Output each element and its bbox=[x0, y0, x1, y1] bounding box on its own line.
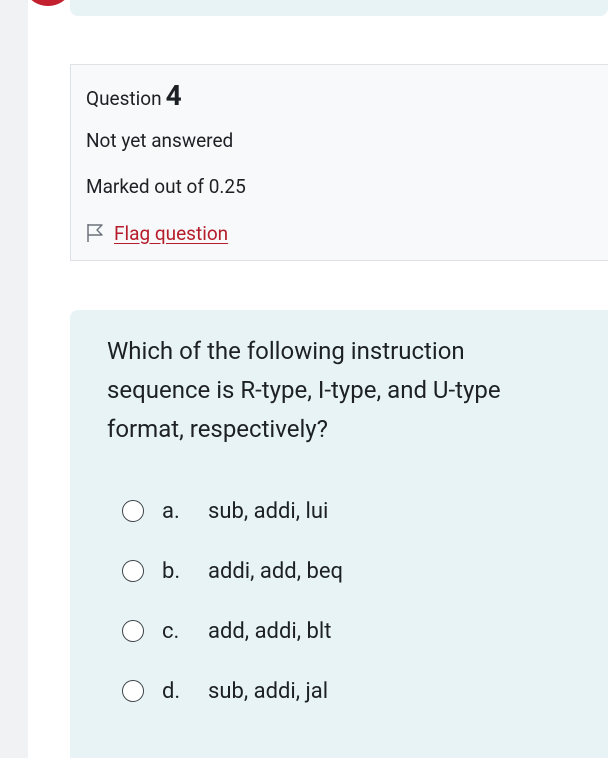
user-avatar-badge[interactable] bbox=[22, 0, 74, 6]
answer-option-d[interactable]: d. sub, addi, jal bbox=[122, 676, 328, 706]
question-text: Which of the following instruction seque… bbox=[107, 337, 501, 443]
flag-question-control[interactable]: Flag question bbox=[86, 220, 228, 246]
flag-question-link[interactable]: Flag question bbox=[114, 222, 228, 245]
question-number: 4 bbox=[165, 79, 182, 112]
answer-letter: d. bbox=[162, 678, 181, 704]
answer-text[interactable]: addi, add, beq bbox=[208, 559, 343, 584]
question-grade: Marked out of 0.25 bbox=[86, 175, 246, 198]
radio-button[interactable] bbox=[122, 680, 144, 702]
radio-button[interactable] bbox=[122, 620, 144, 642]
flag-outline-icon bbox=[87, 224, 103, 242]
answer-text[interactable]: add, addi, blt bbox=[208, 619, 331, 644]
answer-letter: c. bbox=[162, 618, 180, 644]
question-info-panel: Question 4 Not yet answered Marked out of… bbox=[70, 64, 608, 261]
answer-option-b[interactable]: b. addi, add, beq bbox=[122, 556, 343, 586]
radio-button[interactable] bbox=[122, 500, 144, 522]
question-label: Question bbox=[86, 87, 162, 110]
question-state: Not yet answered bbox=[86, 129, 234, 152]
answer-letter: b. bbox=[162, 558, 181, 584]
question-title: Question 4 bbox=[86, 79, 182, 112]
answer-letter: a. bbox=[162, 498, 180, 524]
answer-text[interactable]: sub, addi, jal bbox=[208, 679, 328, 704]
radio-button[interactable] bbox=[122, 560, 144, 582]
page-main: Question 4 Not yet answered Marked out of… bbox=[22, 0, 608, 758]
answer-option-a[interactable]: a. sub, addi, lui bbox=[122, 496, 328, 526]
question-content: Which of the following instruction seque… bbox=[70, 310, 608, 758]
answer-option-c[interactable]: c. add, addi, blt bbox=[122, 616, 331, 646]
previous-question-content bbox=[70, 0, 608, 16]
answer-text[interactable]: sub, addi, lui bbox=[208, 499, 328, 524]
